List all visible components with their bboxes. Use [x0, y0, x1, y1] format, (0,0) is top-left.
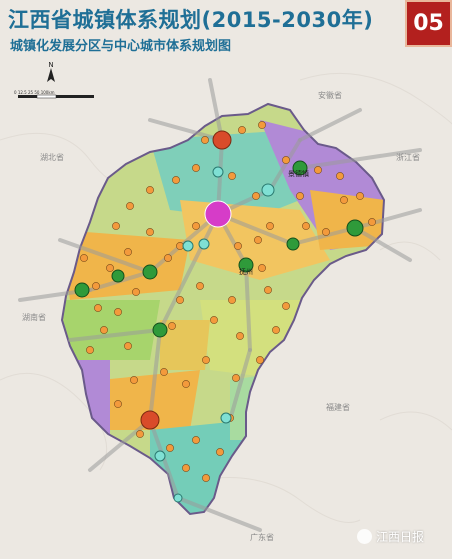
- town-node: [336, 172, 344, 180]
- town-node: [182, 464, 190, 472]
- town-node: [202, 474, 210, 482]
- town-node: [132, 288, 140, 296]
- scale-bar-label: 0 12.5 25 50 100km: [14, 90, 55, 95]
- town-node: [146, 186, 154, 194]
- watermark-text: 江西日报: [376, 530, 425, 544]
- north-arrow-icon: N: [47, 61, 55, 82]
- town-node: [356, 192, 364, 200]
- town-node: [114, 308, 122, 316]
- county-center-node: [182, 240, 194, 252]
- town-node: [258, 121, 266, 129]
- county-center-node: [198, 238, 210, 250]
- sub-center-node: [286, 237, 300, 251]
- sub-center-node: [74, 282, 90, 298]
- neighbor-province-label: 广东省: [250, 532, 274, 542]
- svg-text:N: N: [48, 61, 53, 69]
- town-node: [256, 356, 264, 364]
- town-node: [296, 192, 304, 200]
- town-node: [94, 304, 102, 312]
- map-title: 江西省城镇体系规划(2015-2030年): [8, 8, 374, 32]
- city-label: 抚州: [239, 267, 253, 276]
- neighbor-province-label: 湖南省: [22, 312, 46, 322]
- town-node: [168, 322, 176, 330]
- county-center-node: [220, 412, 232, 424]
- town-node: [106, 264, 114, 272]
- county-center-node: [173, 493, 183, 503]
- town-node: [92, 282, 100, 290]
- town-node: [146, 228, 154, 236]
- county-center-node: [212, 166, 224, 178]
- town-node: [264, 286, 272, 294]
- city-label: 景德镇: [288, 169, 309, 178]
- wechat-icon: [357, 529, 372, 544]
- sub-center-node: [152, 322, 168, 338]
- town-node: [216, 448, 224, 456]
- town-node: [196, 282, 204, 290]
- sub-center-node: [142, 264, 158, 280]
- town-node: [254, 236, 262, 244]
- town-node: [322, 228, 330, 236]
- neighbor-province-label: 湖北省: [40, 152, 64, 162]
- source-watermark: 江西日报: [357, 528, 424, 545]
- town-node: [238, 126, 246, 134]
- town-node: [201, 136, 209, 144]
- planning-map: 湖北省 安徽省 浙江省 福建省 湖南省 广东省 景德镇 抚州: [0, 0, 452, 559]
- town-node: [282, 156, 290, 164]
- town-node: [282, 302, 290, 310]
- town-node: [228, 296, 236, 304]
- town-node: [192, 222, 200, 230]
- regional-center-node: [212, 130, 232, 150]
- town-node: [160, 368, 168, 376]
- neighbor-province-label: 浙江省: [396, 152, 420, 162]
- town-node: [210, 316, 218, 324]
- town-node: [126, 202, 134, 210]
- town-node: [172, 176, 180, 184]
- town-node: [266, 222, 274, 230]
- town-node: [176, 296, 184, 304]
- town-node: [314, 166, 322, 174]
- town-node: [166, 444, 174, 452]
- provincial-capital-node: [204, 200, 232, 228]
- town-node: [112, 222, 120, 230]
- town-node: [368, 218, 376, 226]
- map-subtitle: 城镇化发展分区与中心城市体系规划图: [10, 39, 232, 54]
- town-node: [164, 254, 172, 262]
- map-figure: 湖北省 安徽省 浙江省 福建省 湖南省 广东省 景德镇 抚州 江西省城镇体系规划…: [0, 0, 452, 559]
- county-center-node: [261, 183, 275, 197]
- town-node: [136, 430, 144, 438]
- town-node: [192, 164, 200, 172]
- sub-center-node: [346, 219, 364, 237]
- town-node: [192, 436, 200, 444]
- town-node: [114, 400, 122, 408]
- town-node: [86, 346, 94, 354]
- page-number-badge: 05: [405, 0, 452, 47]
- town-node: [232, 374, 240, 382]
- town-node: [202, 356, 210, 364]
- town-node: [340, 196, 348, 204]
- town-node: [302, 222, 310, 230]
- town-node: [100, 326, 108, 334]
- regional-center-node: [140, 410, 160, 430]
- town-node: [182, 380, 190, 388]
- town-node: [228, 172, 236, 180]
- town-node: [258, 264, 266, 272]
- town-node: [130, 376, 138, 384]
- neighbor-province-label: 福建省: [326, 402, 350, 412]
- county-center-node: [154, 450, 166, 462]
- town-node: [80, 254, 88, 262]
- town-node: [236, 332, 244, 340]
- town-node: [124, 342, 132, 350]
- town-node: [252, 192, 260, 200]
- town-node: [272, 326, 280, 334]
- town-node: [124, 248, 132, 256]
- town-node: [234, 242, 242, 250]
- neighbor-province-label: 安徽省: [318, 90, 342, 100]
- sub-center-node: [111, 269, 125, 283]
